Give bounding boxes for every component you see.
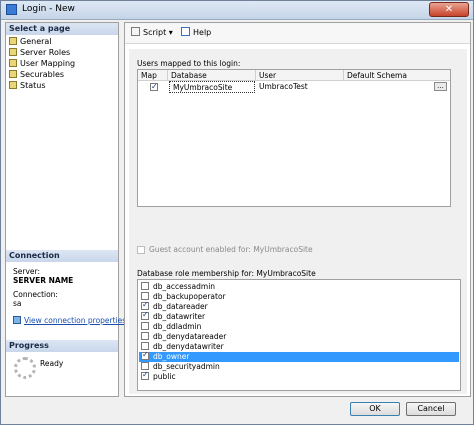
left-pane: Select a page General Server Roles User … xyxy=(5,22,126,397)
page-item-securables[interactable]: Securables xyxy=(9,69,64,80)
map-checkbox[interactable] xyxy=(150,81,158,93)
role-item-db-datareader[interactable]: db_datareader xyxy=(139,300,459,312)
users-mapped-label: Users mapped to this login: xyxy=(137,59,241,68)
progress-status: Ready xyxy=(40,359,64,368)
user-cell[interactable]: UmbracoTest xyxy=(256,81,344,93)
database-cell: MyUmbracoSite xyxy=(169,81,255,93)
role-item-db-securityadmin[interactable]: db_securityadmin xyxy=(139,362,459,372)
script-icon xyxy=(131,27,140,36)
cancel-button[interactable]: Cancel xyxy=(406,402,456,416)
table-row[interactable]: MyUmbracoSite UmbracoTest ... xyxy=(138,81,450,93)
role-item-db-owner[interactable]: db_owner xyxy=(139,350,459,362)
ok-button[interactable]: OK xyxy=(350,402,400,416)
role-membership-label: Database role membership for: MyUmbracoS… xyxy=(137,269,316,278)
page-item-general[interactable]: General xyxy=(9,36,52,47)
role-checkbox[interactable] xyxy=(141,342,149,350)
default-schema-cell[interactable] xyxy=(344,81,432,93)
role-item-db-accessadmin[interactable]: db_accessadmin xyxy=(139,282,459,292)
column-header-default-schema[interactable]: Default Schema xyxy=(344,70,450,81)
page-icon xyxy=(9,48,17,56)
right-pane: Script ▾ Help Users mapped to this login… xyxy=(124,22,471,397)
help-button[interactable]: Help xyxy=(181,27,211,37)
select-page-header: Select a page xyxy=(6,23,118,35)
role-checkbox[interactable] xyxy=(141,370,149,380)
role-checkbox[interactable] xyxy=(141,292,149,300)
guest-checkbox[interactable] xyxy=(137,246,145,254)
role-item-db-denydatawriter[interactable]: db_denydatawriter xyxy=(139,342,459,352)
browse-schema-button[interactable]: ... xyxy=(434,82,447,91)
user-mapping-panel: Users mapped to this login: Map Database… xyxy=(129,49,467,394)
title-bar: Login - New ✕ xyxy=(1,1,473,20)
role-item-db-backupoperator[interactable]: db_backupoperator xyxy=(139,292,459,302)
role-checkbox[interactable] xyxy=(141,300,149,310)
connection-header: Connection xyxy=(6,250,118,262)
window-title: Login - New xyxy=(22,4,75,14)
properties-icon xyxy=(13,316,21,324)
page-item-server-roles[interactable]: Server Roles xyxy=(9,47,70,58)
role-item-db-datawriter[interactable]: db_datawriter xyxy=(139,310,459,322)
role-checkbox[interactable] xyxy=(141,362,149,370)
page-item-status[interactable]: Status xyxy=(9,80,46,91)
page-icon xyxy=(9,37,17,45)
view-connection-properties[interactable]: View connection properties xyxy=(13,316,126,325)
script-button[interactable]: Script ▾ xyxy=(131,27,173,37)
server-label: Server: xyxy=(13,267,40,276)
connection-label: Connection: xyxy=(13,290,58,299)
dropdown-arrow-icon[interactable]: ▾ xyxy=(169,28,173,37)
page-icon xyxy=(9,59,17,67)
role-membership-list: db_accessadmin db_backupoperator db_data… xyxy=(137,279,461,391)
page-icon xyxy=(9,70,17,78)
role-checkbox[interactable] xyxy=(141,322,149,330)
role-checkbox[interactable] xyxy=(141,310,149,320)
progress-spinner-icon xyxy=(14,357,36,379)
page-item-user-mapping[interactable]: User Mapping xyxy=(9,58,75,69)
close-button[interactable]: ✕ xyxy=(429,2,469,17)
help-icon xyxy=(181,27,190,36)
column-header-database[interactable]: Database xyxy=(168,70,256,81)
role-item-public[interactable]: public xyxy=(139,370,459,382)
server-value: SERVER NAME xyxy=(13,276,74,285)
column-header-user[interactable]: User xyxy=(256,70,344,81)
role-checkbox[interactable] xyxy=(141,332,149,340)
guest-label: Guest account enabled for: MyUmbracoSite xyxy=(149,245,313,254)
guest-account-option: Guest account enabled for: MyUmbracoSite xyxy=(137,245,313,254)
connection-value: sa xyxy=(13,299,22,308)
column-header-map[interactable]: Map xyxy=(138,70,168,81)
page-icon xyxy=(9,81,17,89)
role-checkbox[interactable] xyxy=(141,350,149,360)
map-cell xyxy=(147,81,167,93)
role-item-db-denydatareader[interactable]: db_denydatareader xyxy=(139,332,459,342)
progress-header: Progress xyxy=(6,340,118,352)
user-mapping-grid: Map Database User Default Schema MyUmbra… xyxy=(137,69,451,207)
toolbar: Script ▾ Help xyxy=(125,23,470,44)
login-window-icon xyxy=(6,4,17,15)
role-item-db-ddladmin[interactable]: db_ddladmin xyxy=(139,322,459,332)
role-checkbox[interactable] xyxy=(141,282,149,290)
login-new-dialog: Login - New ✕ Select a page General Serv… xyxy=(0,0,474,425)
